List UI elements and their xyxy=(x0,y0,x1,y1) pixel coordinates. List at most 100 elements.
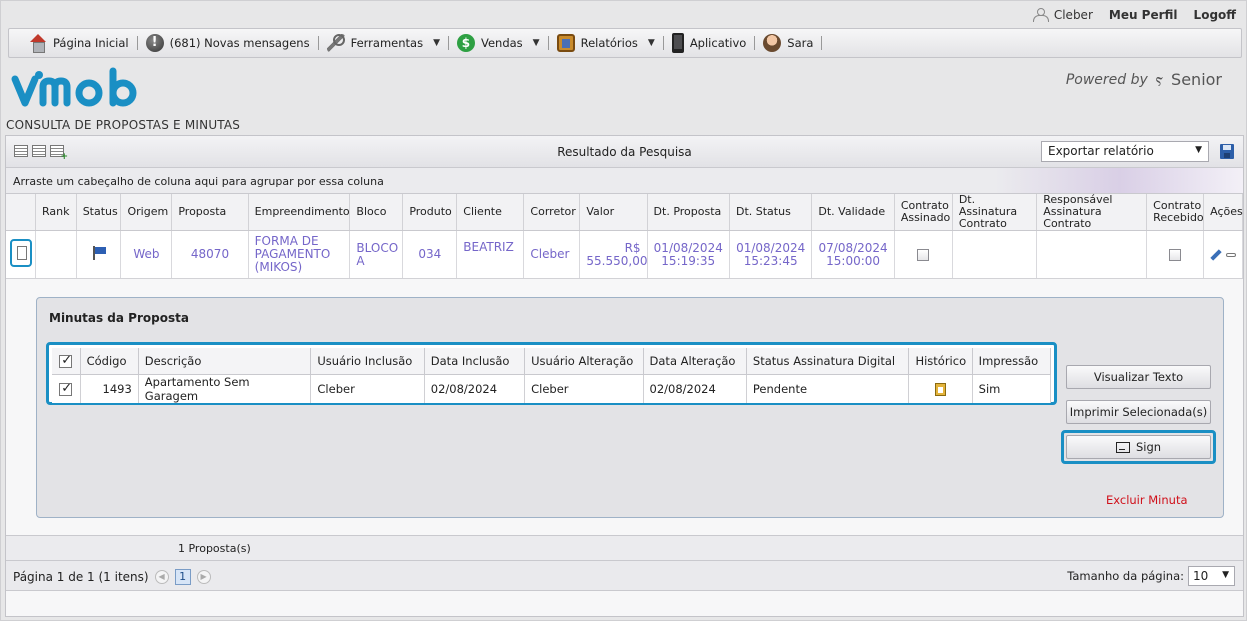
column-header[interactable]: Empreendimento xyxy=(248,194,351,231)
column-header[interactable]: Dt. Assinatura Contrato xyxy=(952,194,1038,231)
alert-icon: ! xyxy=(145,34,164,52)
sign-button-label: Sign xyxy=(1135,440,1162,454)
column-header[interactable]: Proposta xyxy=(171,194,249,231)
contract-received-checkbox xyxy=(1169,248,1182,261)
user-name: Cleber xyxy=(1053,8,1093,22)
cliente-cell: BEATRIZ xyxy=(456,230,525,279)
descricao-cell: Apartamento Sem Garagem xyxy=(138,374,312,403)
menu-app[interactable]: Aplicativo xyxy=(664,29,754,57)
chevron-down-icon: ▼ xyxy=(1195,145,1202,155)
column-header[interactable]: Cliente xyxy=(456,194,525,231)
partner-name: Senior xyxy=(1171,70,1222,89)
column-header[interactable]: Produto xyxy=(402,194,458,231)
view-text-button[interactable]: Visualizar Texto xyxy=(1066,365,1211,389)
menu-sales[interactable]: $ Vendas ▼ xyxy=(449,29,548,57)
column-header[interactable]: Data Inclusão xyxy=(424,348,526,375)
pager-summary: Página 1 de 1 (1 itens) xyxy=(13,570,149,584)
menu-messages[interactable]: ! (681) Novas mensagens xyxy=(138,29,318,57)
profile-link[interactable]: Meu Perfil xyxy=(1109,8,1178,22)
main-menu: Página Inicial ! (681) Novas mensagens F… xyxy=(8,28,1242,58)
vimob-logo xyxy=(11,67,137,107)
origem-cell: Web xyxy=(120,230,173,279)
responsavel-cell xyxy=(1036,230,1148,279)
sign-button-highlight: Sign xyxy=(1061,430,1216,464)
column-header[interactable]: Contrato Recebido xyxy=(1146,194,1205,231)
expand-document-icon[interactable] xyxy=(9,239,32,267)
actions-cell xyxy=(1203,230,1243,279)
export-report-label: Exportar relatório xyxy=(1048,144,1154,158)
assistant-avatar-icon xyxy=(763,34,782,52)
minutas-panel: Minutas da Proposta Código Descrição Usu… xyxy=(36,297,1224,518)
logoff-link[interactable]: Logoff xyxy=(1194,8,1236,22)
status-cell xyxy=(76,230,122,279)
column-header[interactable]: Histórico xyxy=(908,348,973,375)
table-header-row: Rank Status Origem Proposta Empreendimen… xyxy=(6,194,1243,231)
remove-icon[interactable] xyxy=(1226,252,1237,257)
menu-tools[interactable]: Ferramentas ▼ xyxy=(319,29,448,57)
select-all-cell xyxy=(52,348,81,375)
column-header[interactable]: Descrição xyxy=(138,348,312,375)
column-header[interactable]: Rank xyxy=(35,194,77,231)
column-header[interactable]: Ações xyxy=(1203,194,1243,231)
column-header[interactable]: Status xyxy=(76,194,122,231)
corretor-cell: Cleber xyxy=(523,230,581,279)
edit-icon[interactable] xyxy=(1210,248,1222,261)
user-menu[interactable]: Cleber xyxy=(1032,8,1093,22)
page-size-select[interactable]: 10 ▼ xyxy=(1188,566,1235,586)
contrato-assinado-cell xyxy=(894,230,953,279)
delete-minuta-link[interactable]: Excluir Minuta xyxy=(1106,493,1188,507)
table-row[interactable]: Web 48070 FORMA DE PAGAMENTO (MIKOS) BLO… xyxy=(6,230,1243,279)
page-number-button[interactable]: 1 xyxy=(174,569,191,585)
column-header[interactable]: Bloco xyxy=(349,194,404,231)
column-header[interactable]: Dt. Proposta xyxy=(647,194,730,231)
minutas-title: Minutas da Proposta xyxy=(49,311,189,325)
print-selected-button[interactable]: Imprimir Selecionada(s) xyxy=(1066,400,1211,424)
column-header[interactable]: Valor xyxy=(579,194,648,231)
column-header[interactable]: Usuário Inclusão xyxy=(310,348,425,375)
column-header[interactable]: Contrato Assinado xyxy=(894,194,953,231)
history-icon[interactable] xyxy=(935,382,947,396)
next-page-icon[interactable]: ▶ xyxy=(196,570,211,584)
save-icon[interactable] xyxy=(1220,144,1234,159)
page-size-label: Tamanho da página: xyxy=(1067,569,1184,583)
usuario-inclusao-cell: Cleber xyxy=(310,374,425,403)
column-header[interactable]: Origem xyxy=(120,194,173,231)
dt-validade-cell: 07/08/2024 15:00:00 xyxy=(811,230,895,279)
export-report-select[interactable]: Exportar relatório ▼ xyxy=(1041,141,1209,162)
data-inclusao-cell: 02/08/2024 xyxy=(424,374,526,403)
user-icon xyxy=(1032,8,1049,22)
column-header[interactable]: Código xyxy=(80,348,139,375)
column-header[interactable]: Usuário Alteração xyxy=(524,348,644,375)
menu-assistant[interactable]: Sara xyxy=(755,29,821,57)
powered-by-label: Powered by xyxy=(1065,71,1148,88)
column-header[interactable]: Corretor xyxy=(523,194,581,231)
menu-home[interactable]: Página Inicial xyxy=(21,29,137,57)
column-header[interactable]: Dt. Status xyxy=(729,194,813,231)
row-select-cell xyxy=(52,374,81,403)
row-checkbox[interactable] xyxy=(59,381,73,396)
column-header[interactable]: Dt. Validade xyxy=(811,194,895,231)
prev-page-icon[interactable]: ◀ xyxy=(154,570,169,584)
proposal-count: 1 Proposta(s) xyxy=(6,535,1243,561)
empreendimento-cell: FORMA DE PAGAMENTO (MIKOS) xyxy=(248,230,351,279)
contrato-recebido-cell xyxy=(1146,230,1205,279)
bloco-cell: BLOCO A xyxy=(349,230,404,279)
select-all-checkbox[interactable] xyxy=(59,353,73,368)
menu-assistant-label: Sara xyxy=(787,36,814,50)
signature-icon xyxy=(1115,441,1130,453)
menu-reports[interactable]: Relatórios ▼ xyxy=(549,29,663,57)
column-header[interactable]: Impressão xyxy=(972,348,1052,375)
codigo-cell: 1493 xyxy=(80,374,139,403)
sign-button[interactable]: Sign xyxy=(1066,435,1211,459)
dt-assinatura-cell xyxy=(952,230,1038,279)
money-icon: $ xyxy=(456,34,475,52)
column-header[interactable]: Status Assinatura Digital xyxy=(746,348,910,375)
column-header[interactable]: Responsável Assinatura Contrato xyxy=(1036,194,1148,231)
proposta-cell[interactable]: 48070 xyxy=(171,230,249,279)
column-header[interactable]: Data Alteração xyxy=(643,348,747,375)
group-by-bar[interactable]: Arraste um cabeçalho de coluna aqui para… xyxy=(6,168,1243,194)
table-header-row: Código Descrição Usuário Inclusão Data I… xyxy=(52,348,1052,375)
table-row[interactable]: 1493 Apartamento Sem Garagem Cleber 02/0… xyxy=(52,374,1052,403)
dt-status-cell: 01/08/2024 15:23:45 xyxy=(729,230,813,279)
menu-reports-label: Relatórios xyxy=(580,36,638,50)
